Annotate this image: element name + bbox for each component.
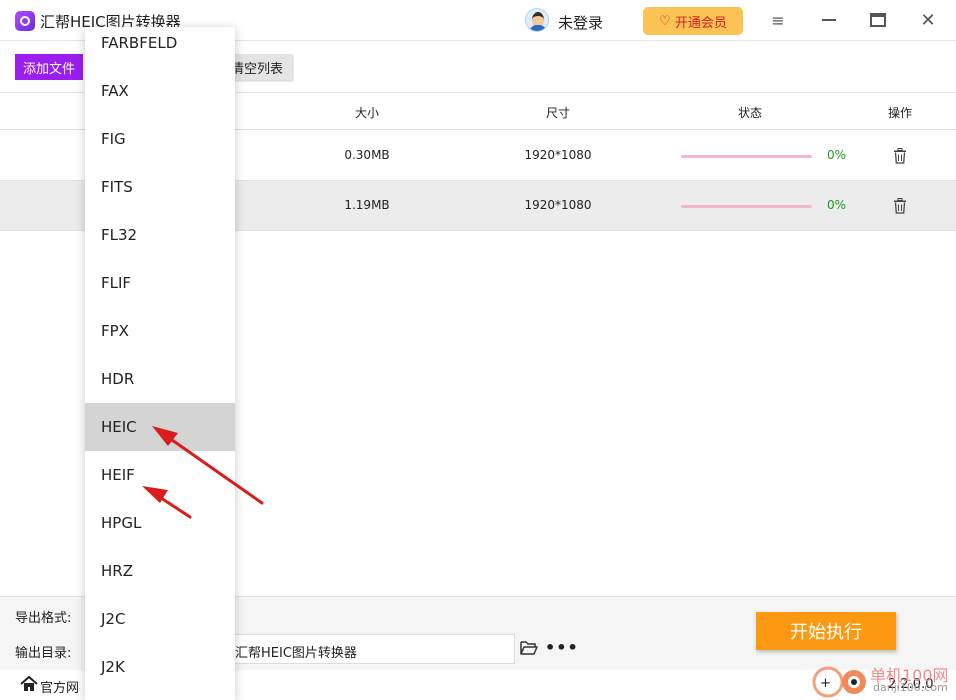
more-icon[interactable]: ••• (545, 638, 579, 657)
file-size: 1.19MB (344, 198, 390, 212)
home-icon[interactable] (20, 676, 38, 692)
dropdown-option[interactable]: HEIF (85, 451, 235, 499)
official-site-link[interactable]: 官方网 (40, 677, 79, 696)
svg-text:+: + (820, 676, 831, 691)
dropdown-option[interactable]: FIG (85, 115, 235, 163)
dropdown-option-selected[interactable]: HEIC (85, 403, 235, 451)
header-action: 操作 (887, 106, 913, 120)
maximize-icon[interactable] (868, 10, 888, 30)
dropdown-option[interactable]: J2C (85, 595, 235, 643)
close-icon[interactable]: ✕ (918, 10, 938, 31)
header-size: 大小 (354, 106, 380, 120)
app-logo-icon (15, 11, 35, 31)
dropdown-option[interactable]: FITS (85, 163, 235, 211)
minimize-icon[interactable] (819, 10, 839, 30)
output-dir-label: 输出目录: (15, 646, 72, 661)
dropdown-option[interactable]: HPGL (85, 499, 235, 547)
header-dimension: 尺寸 (545, 106, 571, 120)
login-status[interactable]: 未登录 (558, 12, 603, 33)
folder-open-icon[interactable] (520, 640, 538, 656)
progress-percent: 0% (827, 198, 847, 212)
vip-button[interactable]: ♡ 开通会员 (643, 7, 743, 35)
trash-icon[interactable] (893, 148, 907, 164)
dropdown-option[interactable]: FLIF (85, 259, 235, 307)
start-button[interactable]: 开始执行 (756, 612, 896, 650)
progress-bar (681, 205, 812, 208)
trash-icon[interactable] (893, 198, 907, 214)
dropdown-option[interactable]: FPX (85, 307, 235, 355)
progress-percent: 0% (827, 148, 847, 162)
export-format-label: 导出格式: (15, 611, 72, 626)
add-file-button[interactable]: 添加文件 (15, 54, 83, 80)
progress-bar (681, 155, 812, 158)
file-dimension: 1920*1080 (524, 148, 592, 162)
dropdown-option[interactable]: HDR (85, 355, 235, 403)
menu-icon[interactable]: ≡ (768, 10, 788, 30)
dropdown-option[interactable]: FL32 (85, 211, 235, 259)
user-avatar[interactable] (525, 8, 549, 32)
watermark-logo-icon: + (812, 666, 866, 698)
dropdown-option[interactable]: FARBFELD (85, 27, 235, 67)
watermark-url: danji100.com (873, 681, 948, 694)
header-status: 状态 (737, 106, 763, 120)
dropdown-option[interactable]: FAX (85, 67, 235, 115)
vip-button-label: 开通会员 (674, 15, 727, 31)
file-size: 0.30MB (344, 148, 390, 162)
diamond-heart-icon: ♡ (659, 13, 671, 29)
dropdown-option[interactable]: HRZ (85, 547, 235, 595)
file-dimension: 1920*1080 (524, 198, 592, 212)
output-dir-input[interactable]: 汇帮HEIC图片转换器 (230, 634, 515, 664)
dropdown-option[interactable]: J2K (85, 643, 235, 691)
format-dropdown[interactable]: FARBFELD FAX FIG FITS FL32 FLIF FPX HDR … (85, 27, 235, 700)
